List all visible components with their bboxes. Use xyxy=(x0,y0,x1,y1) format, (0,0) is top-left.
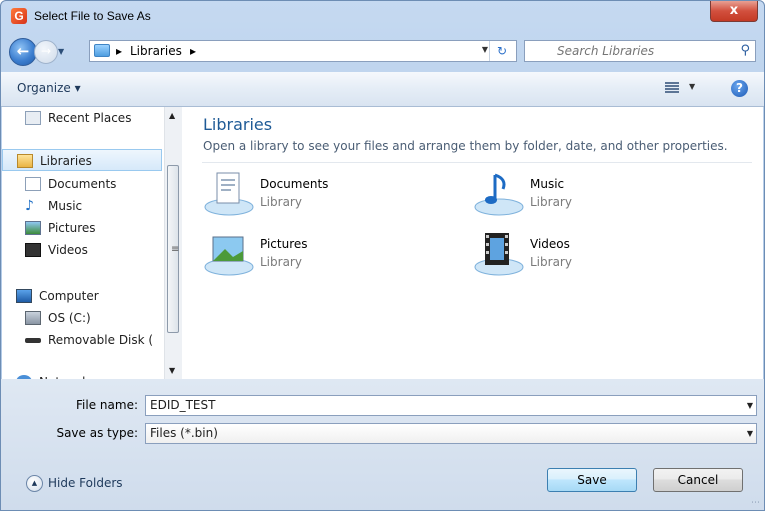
save-type-select[interactable]: Files (*.bin) ▼ xyxy=(145,423,757,444)
breadcrumb-separator[interactable]: ▸ xyxy=(116,44,122,58)
nav-label: Music xyxy=(48,199,83,213)
navigation-pane: Recent Places Libraries Documents ♪ Musi… xyxy=(2,107,164,379)
title-bar: G Select File to Save As x xyxy=(1,1,764,31)
search-input[interactable] xyxy=(529,42,757,60)
computer-icon xyxy=(16,289,32,303)
nav-item-network[interactable]: Network xyxy=(2,371,164,379)
search-box[interactable]: ⚲ xyxy=(524,40,757,62)
videos-icon xyxy=(25,243,41,257)
breadcrumb-separator[interactable]: ▸ xyxy=(190,44,196,58)
file-name-field[interactable]: EDID_TEST ▼ xyxy=(145,395,757,416)
command-bar: Organize ▾ ▼ ? xyxy=(1,72,764,107)
history-dropdown-icon[interactable]: ▼ xyxy=(58,47,64,56)
nav-label: Removable Disk ( xyxy=(48,333,154,347)
close-button[interactable]: x xyxy=(710,1,758,22)
navigation-scrollbar[interactable]: ▲ ≡ ▼ xyxy=(164,107,182,379)
file-name-dropdown-icon[interactable]: ▼ xyxy=(747,401,753,410)
save-type-dropdown-icon[interactable]: ▼ xyxy=(747,429,753,438)
removable-disk-icon xyxy=(25,338,41,343)
nav-label: OS (C:) xyxy=(48,311,91,325)
library-name: Documents xyxy=(260,177,329,191)
scrollbar-grip-icon: ≡ xyxy=(171,244,180,255)
nav-item-music[interactable]: ♪ Music xyxy=(2,195,164,217)
recent-places-icon xyxy=(25,111,41,125)
save-as-dialog: G Select File to Save As x ← → ▼ ▸ Libra… xyxy=(0,0,765,511)
documents-icon xyxy=(25,177,41,191)
file-name-value[interactable]: EDID_TEST xyxy=(150,398,215,412)
library-type: Library xyxy=(530,195,572,209)
library-type: Library xyxy=(260,255,302,269)
breadcrumb-libraries[interactable]: Libraries xyxy=(130,44,182,58)
nav-item-pictures[interactable]: Pictures xyxy=(2,217,164,239)
search-icon[interactable]: ⚲ xyxy=(740,43,750,58)
help-icon[interactable]: ? xyxy=(731,80,748,97)
nav-label: Computer xyxy=(39,289,99,303)
cancel-button[interactable]: Cancel xyxy=(653,468,743,492)
libraries-folder-icon xyxy=(94,44,110,57)
music-library-icon xyxy=(473,169,525,217)
address-row: ← → ▼ ▸ Libraries ▸ ▼ ↻ ⚲ xyxy=(1,37,764,67)
nav-label: Documents xyxy=(48,177,117,191)
view-dropdown-icon[interactable]: ▼ xyxy=(689,82,695,91)
resize-grip-icon[interactable]: ⋯ xyxy=(751,498,760,508)
library-item-music[interactable]: Music Library xyxy=(473,169,703,221)
content-pane: Libraries Open a library to see your fil… xyxy=(182,107,763,379)
documents-library-icon xyxy=(203,169,255,217)
nav-item-recent-places[interactable]: Recent Places xyxy=(2,107,164,129)
scroll-up-icon[interactable]: ▲ xyxy=(169,111,175,120)
nav-label: Pictures xyxy=(48,221,96,235)
window-title: Select File to Save As xyxy=(34,9,151,23)
library-type: Library xyxy=(260,195,302,209)
chevron-up-icon[interactable]: ▲ xyxy=(26,475,43,492)
organize-menu[interactable]: Organize ▾ xyxy=(17,81,81,95)
change-view-icon[interactable] xyxy=(665,81,679,95)
address-dropdown-icon[interactable]: ▼ xyxy=(482,45,488,54)
save-button[interactable]: Save xyxy=(547,468,637,492)
videos-library-icon xyxy=(473,229,525,277)
nav-item-os-c[interactable]: OS (C:) xyxy=(2,307,164,329)
hide-folders-button[interactable]: Hide Folders xyxy=(48,476,123,490)
library-item-documents[interactable]: Documents Library xyxy=(203,169,433,221)
refresh-icon[interactable]: ↻ xyxy=(489,41,514,61)
nav-item-computer[interactable]: Computer xyxy=(2,285,164,307)
library-type: Library xyxy=(530,255,572,269)
nav-item-removable-disk[interactable]: Removable Disk ( xyxy=(2,329,164,351)
drive-icon xyxy=(25,311,41,325)
forward-button[interactable]: → xyxy=(34,40,58,64)
library-name: Videos xyxy=(530,237,570,251)
pictures-library-icon xyxy=(203,229,255,277)
page-description: Open a library to see your files and arr… xyxy=(203,139,728,153)
nav-label: Libraries xyxy=(40,154,92,168)
nav-item-documents[interactable]: Documents xyxy=(2,173,164,195)
library-item-pictures[interactable]: Pictures Library xyxy=(203,229,433,281)
library-item-videos[interactable]: Videos Library xyxy=(473,229,703,281)
app-logo-icon: G xyxy=(11,8,27,24)
pictures-icon xyxy=(25,221,41,235)
library-name: Music xyxy=(530,177,565,191)
nav-item-videos[interactable]: Videos xyxy=(2,239,164,261)
back-button[interactable]: ← xyxy=(9,38,37,66)
library-name: Pictures xyxy=(260,237,308,251)
save-type-value[interactable]: Files (*.bin) xyxy=(150,426,218,440)
save-options-panel: File name: EDID_TEST ▼ Save as type: Fil… xyxy=(1,379,764,510)
scroll-down-icon[interactable]: ▼ xyxy=(169,366,175,375)
nav-item-libraries[interactable]: Libraries xyxy=(2,149,162,171)
file-name-label: File name: xyxy=(76,398,138,412)
divider xyxy=(202,162,752,163)
music-icon: ♪ xyxy=(25,198,34,214)
nav-label: Network xyxy=(39,371,89,379)
nav-label: Videos xyxy=(48,243,88,257)
save-type-label: Save as type: xyxy=(56,426,138,440)
libraries-icon xyxy=(17,154,33,168)
nav-label: Recent Places xyxy=(48,111,132,125)
address-bar[interactable]: ▸ Libraries ▸ ▼ ↻ xyxy=(89,40,517,62)
scrollbar-thumb[interactable]: ≡ xyxy=(167,165,179,333)
page-title: Libraries xyxy=(203,115,273,134)
